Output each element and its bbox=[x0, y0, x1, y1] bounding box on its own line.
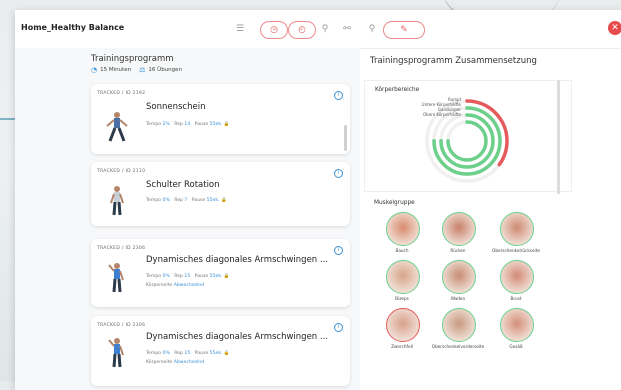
composition-title: Trainingsprogramm Zusammensetzung bbox=[370, 56, 537, 66]
list-view-button[interactable]: ☰ bbox=[233, 21, 247, 37]
ring-label: Obere Körperhälfte bbox=[423, 112, 461, 117]
title-bar: Home_Healthy Balance ☰ ◷ ◴ ⚲ ⚯ ⚲ ✎ ✕ bbox=[15, 10, 621, 49]
exercise-card[interactable]: TRACKED / ID 2110 i Schulter Rotation Te… bbox=[91, 162, 350, 226]
pencil-icon: ✎ bbox=[400, 25, 408, 35]
tracked-id: TRACKED / ID 2306 bbox=[97, 323, 146, 328]
muscle-label: Oberschenkelvorderseite bbox=[431, 344, 485, 349]
stopwatch-icon: ◷ bbox=[270, 25, 278, 35]
unlink-icon: ⚯ bbox=[343, 24, 351, 34]
info-icon[interactable]: i bbox=[334, 91, 343, 100]
muscle-label: Brust bbox=[510, 296, 522, 301]
muscle-group-panel: Muskelgruppe Bauch Rücken Oberschenkelrück… bbox=[364, 194, 570, 384]
exercise-count: 16 Übungen bbox=[148, 67, 183, 73]
duration: 15 Minuten bbox=[100, 67, 132, 73]
timer-icon: ◴ bbox=[298, 25, 306, 35]
tracked-id: TRACKED / ID 2110 bbox=[97, 169, 146, 174]
unlink-button[interactable]: ⚯ bbox=[340, 21, 354, 37]
link-button[interactable]: ⚲ bbox=[318, 21, 332, 37]
program-title: Trainingsprogramm bbox=[91, 54, 174, 64]
composition-scrollbar[interactable] bbox=[557, 80, 560, 200]
exercise-params: Tempo 0% Rep 15 Pause 55ek. 🔒 bbox=[146, 274, 230, 279]
exercise-thumbnail bbox=[108, 263, 124, 293]
muscle-icon[interactable] bbox=[386, 308, 420, 342]
lock-icon: 🔒 bbox=[223, 122, 230, 127]
muscle-icon[interactable] bbox=[386, 212, 420, 246]
exercise-card[interactable]: TRACKED / ID 2306 i Dynamisches diagonal… bbox=[91, 239, 350, 307]
list-icon: ☰ bbox=[235, 24, 245, 34]
close-button[interactable]: ✕ bbox=[608, 21, 621, 35]
list-scrollbar[interactable] bbox=[344, 125, 347, 151]
muscle-icon[interactable] bbox=[500, 308, 534, 342]
muscle-label: Oberschenkelrückseite bbox=[492, 248, 540, 253]
muscle-icon[interactable] bbox=[442, 260, 476, 294]
attach-button[interactable]: ⚲ bbox=[365, 21, 379, 37]
info-icon[interactable]: i bbox=[334, 246, 343, 255]
timer-button[interactable]: ◷ bbox=[260, 21, 288, 39]
muscle-icon[interactable] bbox=[442, 308, 476, 342]
body-areas-panel: Körperbereiche Rumpf Untere Körperhälfte G… bbox=[364, 80, 572, 192]
lock-icon: 🔒 bbox=[223, 274, 230, 279]
tracked-id: TRACKED / ID 2306 bbox=[97, 246, 146, 251]
app-title: Home_Healthy Balance bbox=[21, 23, 125, 32]
exercise-thumbnail bbox=[110, 186, 124, 216]
exercise-name: Sonnenschein bbox=[146, 102, 206, 112]
exercise-thumbnail bbox=[108, 338, 124, 368]
exercise-thumbnail bbox=[106, 112, 128, 142]
attach-icon: ⚲ bbox=[368, 24, 376, 34]
muscle-label: Zwerchfell bbox=[391, 344, 413, 349]
muscle-icon[interactable] bbox=[500, 212, 534, 246]
link-icon: ⚲ bbox=[321, 24, 329, 34]
lock-icon: 🔒 bbox=[221, 198, 227, 203]
edit-button[interactable]: ✎ bbox=[383, 21, 425, 39]
lock-icon: 🔒 bbox=[223, 351, 230, 356]
exercise-params: Tempo 0% Rep 15 Pause 55ek. 🔒 bbox=[146, 351, 230, 356]
body-side: Körperseite Abwechselnd bbox=[146, 360, 205, 365]
exercise-params: Tempo 2% Rep 14 Pause 55ek. 🔒 bbox=[146, 122, 230, 127]
exercises-icon: ⚖ bbox=[139, 66, 146, 74]
muscle-group-label: Muskelgruppe bbox=[374, 200, 415, 206]
muscle-label: Bauch bbox=[395, 248, 409, 253]
exercise-name: Dynamisches diagonales Armschwingen ... bbox=[146, 255, 328, 265]
body-areas-label: Körperbereiche bbox=[375, 87, 420, 93]
body-side: Körperseite Abwechselnd bbox=[146, 283, 205, 288]
muscle-label: Rücken bbox=[450, 248, 466, 253]
muscle-label: Gesäß bbox=[509, 344, 523, 349]
exercise-params: Tempo 0% Rep 7 Pause 55ek. 🔒 bbox=[146, 198, 227, 203]
exercise-card[interactable]: TRACKED / ID 2306 i Dynamisches diagonal… bbox=[91, 316, 350, 386]
muscle-label: Waden bbox=[450, 296, 466, 301]
tracked-id: TRACKED / ID 2192 bbox=[97, 91, 146, 96]
exercise-card[interactable]: TRACKED / ID 2192 i Sonnenschein Tempo 2… bbox=[91, 84, 350, 154]
muscle-icon[interactable] bbox=[386, 260, 420, 294]
info-icon[interactable]: i bbox=[334, 169, 343, 178]
exercise-name: Dynamisches diagonales Armschwingen ... bbox=[146, 332, 328, 342]
exercise-name: Schulter Rotation bbox=[146, 180, 220, 190]
muscle-icon[interactable] bbox=[442, 212, 476, 246]
muscle-label: Bizeps bbox=[395, 296, 409, 301]
clock-icon: ◔ bbox=[91, 66, 98, 74]
timer-alt-button[interactable]: ◴ bbox=[288, 21, 316, 39]
program-meta: ◔ 15 Minuten ⚖ 16 Übungen bbox=[91, 66, 182, 74]
info-icon[interactable]: i bbox=[334, 323, 343, 332]
muscle-icon[interactable] bbox=[500, 260, 534, 294]
